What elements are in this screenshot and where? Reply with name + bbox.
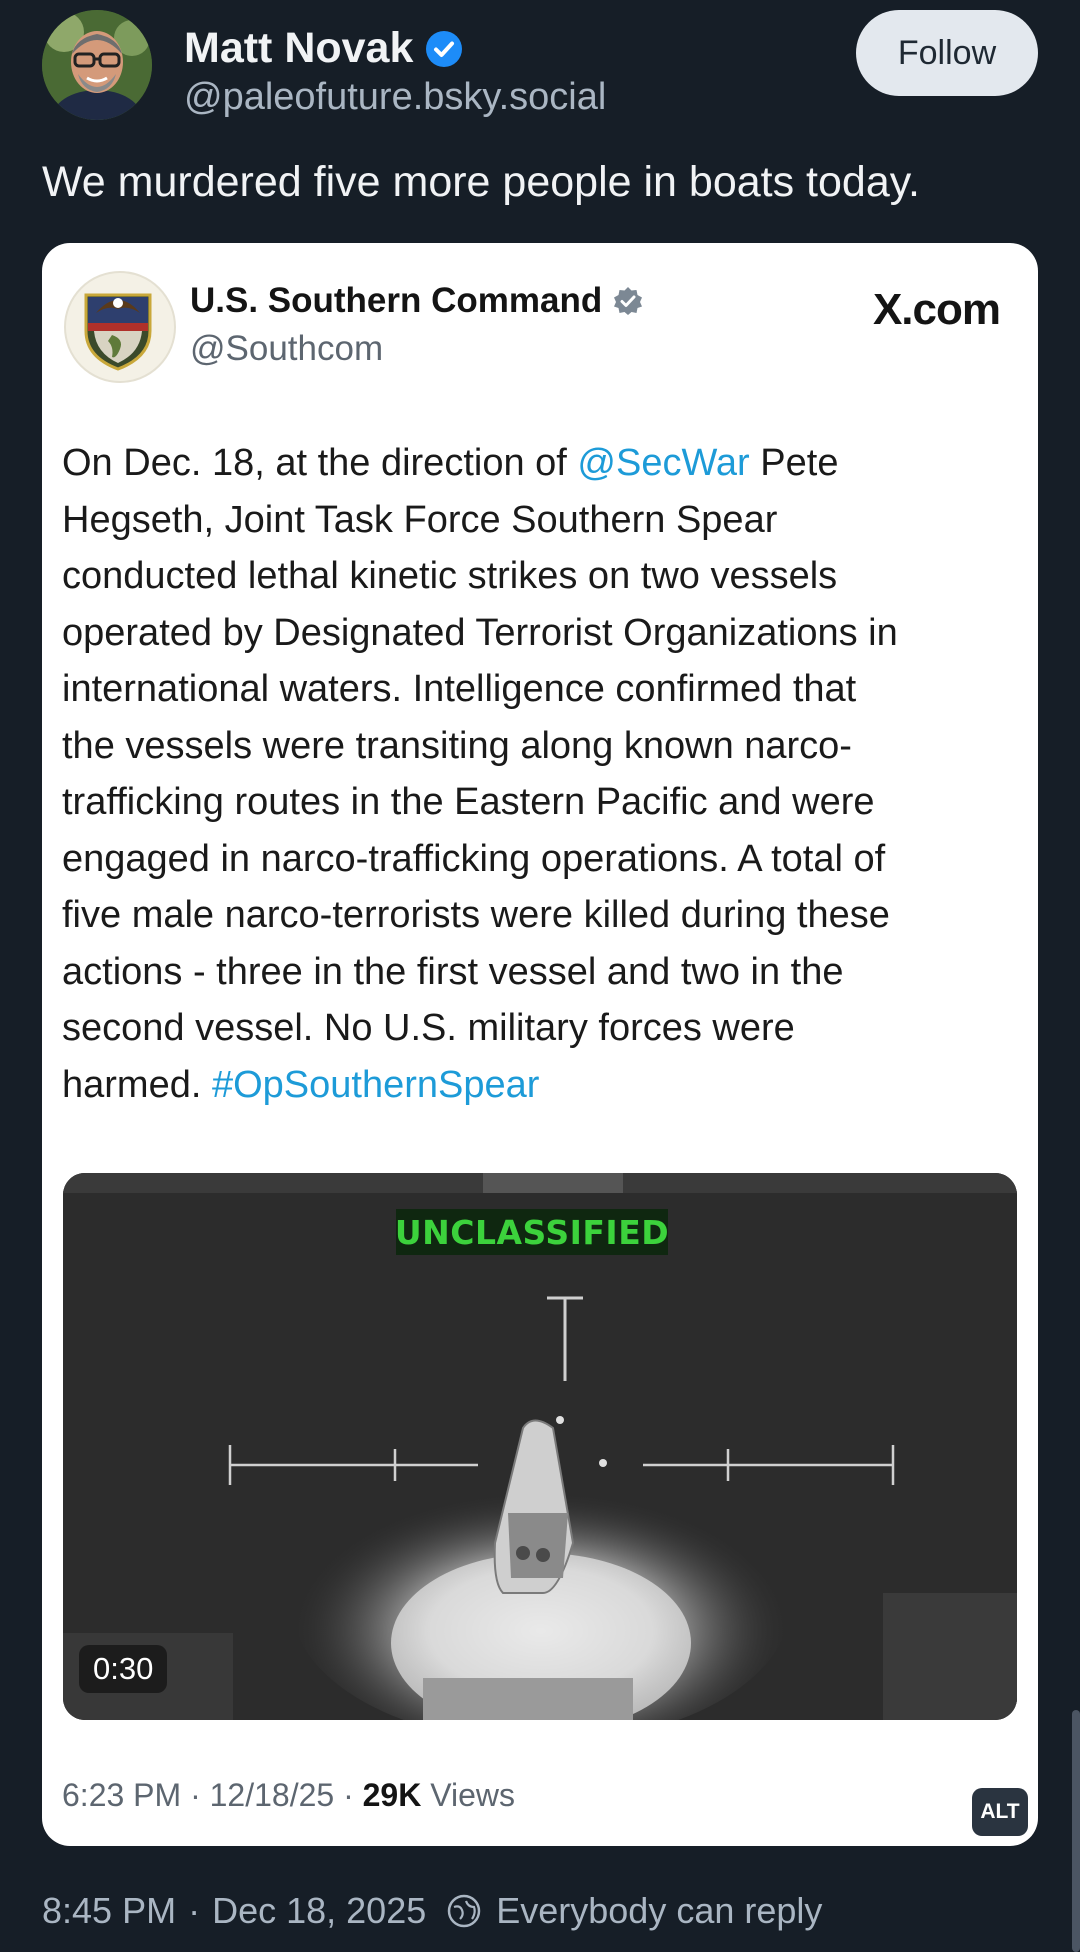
views-label: Views bbox=[421, 1777, 515, 1813]
verified-icon bbox=[426, 30, 463, 67]
embed-line: trafficking routes in the Eastern Pacifi… bbox=[62, 781, 875, 823]
author-handle[interactable]: @paleofuture.bsky.social bbox=[184, 76, 606, 119]
embed-line: actions - three in the first vessel and … bbox=[62, 950, 844, 993]
southcom-logo bbox=[64, 271, 176, 383]
embed-line: five male narco-terrorists were killed d… bbox=[62, 894, 890, 936]
embed-line: Hegseth, Joint Task Force Southern Spear bbox=[62, 498, 778, 541]
embed-text: Pete bbox=[749, 442, 839, 484]
video-frame bbox=[63, 1173, 1017, 1720]
embed-line: harmed. #OpSouthernSpear bbox=[62, 1057, 1022, 1114]
embed-timestamp: 6:23 PM · 12/18/25 · bbox=[62, 1777, 363, 1813]
embed-line: conducted lethal kinetic strikes on two … bbox=[62, 555, 838, 597]
post-meta: 8:45 PM · Dec 18, 2025 Everybody can rep… bbox=[42, 1890, 822, 1932]
gray-verified-icon bbox=[614, 287, 643, 315]
embed-line: the vessels were transiting along known … bbox=[62, 724, 852, 767]
embed-line: international waters. Intelligence confi… bbox=[62, 668, 857, 710]
embed-body: On Dec. 18, at the direction of @SecWar … bbox=[62, 435, 1022, 1113]
follow-button[interactable]: Follow bbox=[856, 10, 1038, 96]
source-label: X.com bbox=[872, 285, 1001, 334]
embed-text: harmed. bbox=[62, 1063, 212, 1106]
embed-line: second vessel. No U.S. military forces w… bbox=[62, 1007, 795, 1049]
embed-author-row: U.S. Southern Command bbox=[190, 281, 644, 321]
author-name-row[interactable]: Matt Novak bbox=[184, 24, 463, 73]
author-avatar[interactable] bbox=[42, 10, 152, 120]
post-text: We murdered five more people in boats to… bbox=[42, 158, 920, 206]
hashtag-link: #OpSouthernSpear bbox=[211, 1063, 540, 1106]
post-date[interactable]: Dec 18, 2025 bbox=[212, 1890, 426, 1932]
video-player: UNCLASSIFIED 0:30 bbox=[63, 1173, 1017, 1720]
embed-author-handle: @Southcom bbox=[190, 329, 384, 368]
scrollbar[interactable] bbox=[1072, 1710, 1080, 1952]
author-name[interactable]: Matt Novak bbox=[184, 24, 413, 73]
video-duration: 0:30 bbox=[79, 1645, 168, 1693]
embedded-screenshot[interactable]: U.S. Southern Command @Southcom X.com On… bbox=[42, 243, 1038, 1846]
meta-separator: · bbox=[188, 1890, 201, 1931]
post-header: Matt Novak @paleofuture.bsky.social Foll… bbox=[42, 10, 1038, 120]
embed-author-name: U.S. Southern Command bbox=[190, 281, 603, 320]
embed-text: On Dec. 18, at the direction of bbox=[62, 442, 578, 484]
alt-text-button[interactable]: ALT bbox=[972, 1788, 1028, 1836]
post-time[interactable]: 8:45 PM bbox=[42, 1890, 176, 1932]
unclassified-label: UNCLASSIFIED bbox=[395, 1209, 669, 1255]
embed-line: On Dec. 18, at the direction of @SecWar … bbox=[62, 435, 1022, 492]
embed-line: engaged in narco-trafficking operations.… bbox=[62, 837, 886, 880]
mention-link: @SecWar bbox=[577, 442, 750, 484]
reply-settings-icon bbox=[447, 1894, 481, 1928]
embed-meta: 6:23 PM · 12/18/25 · 29K Views bbox=[62, 1777, 515, 1814]
views-count: 29K bbox=[362, 1777, 422, 1813]
embed-line: operated by Designated Terrorist Organiz… bbox=[62, 611, 898, 654]
reply-setting[interactable]: Everybody can reply bbox=[496, 1890, 822, 1932]
